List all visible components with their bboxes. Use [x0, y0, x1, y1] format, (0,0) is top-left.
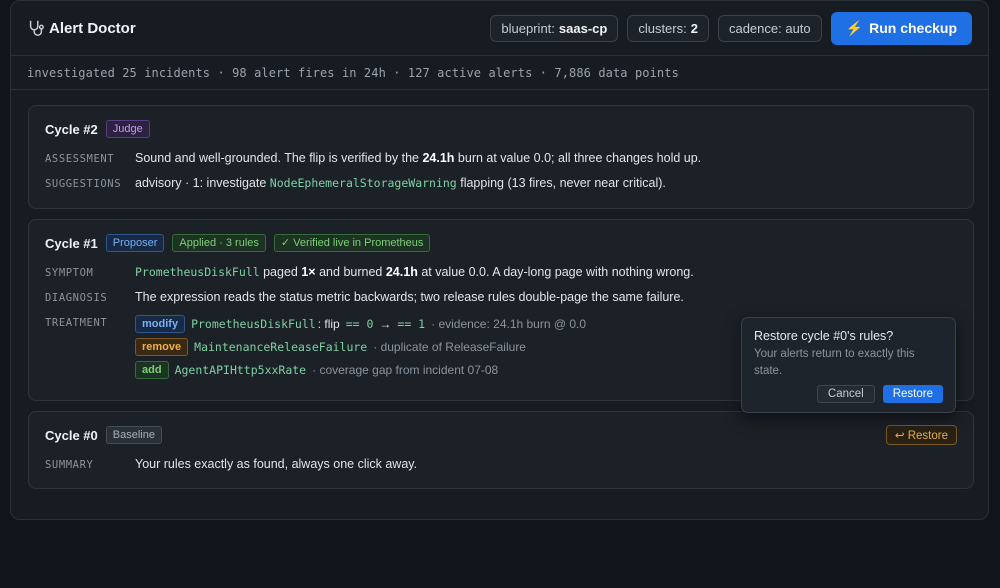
cycle-title: Cycle #2 [45, 121, 98, 137]
logo: Alert Doctor [27, 19, 136, 37]
symptom-text: PrometheusDiskFull paged 1× and burned 2… [135, 265, 694, 279]
confirm-restore-button[interactable]: Restore [882, 385, 943, 403]
treatment-item: add AgentAPIHttp5xxRate · coverage gap f… [135, 361, 586, 379]
cadence-label: cadence: auto [728, 20, 811, 36]
run-checkup-button[interactable]: ⚡ Run checkup [830, 11, 972, 45]
clusters-value: 2 [690, 20, 698, 36]
cancel-button[interactable]: Cancel [816, 385, 875, 403]
judge-badge: Judge [105, 120, 150, 138]
rule-name: NodeEphemeralStorageWarning [269, 176, 457, 190]
modify-tag: modify [135, 315, 186, 333]
treatment-list: modify PrometheusDiskFull : flip == 0 → … [135, 315, 586, 379]
assessment-text: Sound and well-grounded. The flip is ver… [135, 151, 702, 165]
blueprint-label: blueprint: [501, 20, 555, 36]
stethoscope-icon [29, 20, 44, 36]
assessment-label: ASSESSMENT [45, 153, 115, 165]
run-checkup-label: Run checkup [869, 20, 957, 36]
restore-button[interactable]: ↩ Restore [885, 425, 957, 445]
summary-label: SUMMARY [45, 459, 94, 471]
cycle-0-card: Cycle #0 Baseline ↩ Restore SUMMARY Your… [28, 411, 974, 489]
cycle-2-card: Cycle #2 Judge ASSESSMENT Sound and well… [28, 105, 974, 209]
diagnosis-text: The expression reads the status metric b… [135, 290, 684, 304]
applied-badge: Applied · 3 rules [172, 234, 266, 252]
popover-description: Your alerts return to exactly this state… [754, 348, 915, 377]
lightning-icon: ⚡ [845, 19, 864, 36]
cycle-title: Cycle #0 [45, 427, 98, 443]
blueprint-value: saas-cp [558, 20, 608, 36]
treatment-item: modify PrometheusDiskFull : flip == 0 → … [135, 315, 586, 333]
suggestions-text: advisory · 1: investigate NodeEphemeralS… [135, 176, 666, 190]
clusters-chip[interactable]: clusters: 2 [627, 14, 709, 42]
header: Alert Doctor blueprint: saas-cp clusters… [11, 1, 988, 56]
diagnosis-label: DIAGNOSIS [45, 292, 108, 304]
symptom-label: SYMPTOM [45, 267, 94, 279]
suggestions-label: SUGGESTIONS [45, 178, 122, 190]
add-tag: add [135, 361, 169, 379]
baseline-badge: Baseline [105, 426, 162, 444]
summary-text: Your rules exactly as found, always one … [135, 457, 418, 471]
verified-badge: ✓ Verified live in Prometheus [273, 234, 431, 252]
alert-doctor-panel: Alert Doctor blueprint: saas-cp clusters… [10, 0, 989, 520]
cycle-title: Cycle #1 [45, 235, 98, 251]
restore-confirm-popover: Restore cycle #0's rules? Your alerts re… [741, 317, 956, 413]
proposer-badge: Proposer [105, 234, 165, 252]
clusters-label: clusters: [638, 20, 687, 36]
popover-title: Restore cycle #0's rules? [754, 329, 894, 343]
summary-bar: investigated 25 incidents · 98 alert fir… [11, 56, 988, 90]
treatment-item: remove MaintenanceReleaseFailure · dupli… [135, 338, 586, 356]
app-title: Alert Doctor [49, 19, 136, 37]
blueprint-chip[interactable]: blueprint: saas-cp [490, 14, 619, 42]
treatment-label: TREATMENT [45, 317, 108, 329]
cadence-chip[interactable]: cadence: auto [717, 14, 822, 42]
remove-tag: remove [135, 338, 189, 356]
